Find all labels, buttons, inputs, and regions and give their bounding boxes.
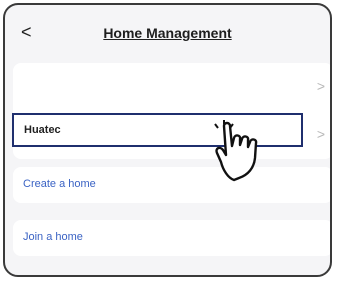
chevron-right-icon: > [316, 126, 325, 142]
join-home-label: Join a home [23, 231, 83, 243]
home-name: Huatec [24, 124, 61, 136]
phone-screen: < Home Management > > Huatec Create a ho… [3, 3, 332, 277]
page-title: Home Management [103, 25, 232, 41]
chevron-right-icon: > [316, 78, 325, 94]
join-home-button[interactable]: Join a home [13, 220, 330, 256]
create-home-button[interactable]: Create a home [13, 167, 330, 203]
hand-pointer-icon [214, 120, 258, 182]
home-list-item[interactable]: > [13, 63, 330, 111]
create-home-label: Create a home [23, 178, 96, 190]
header: < Home Management [5, 5, 330, 57]
